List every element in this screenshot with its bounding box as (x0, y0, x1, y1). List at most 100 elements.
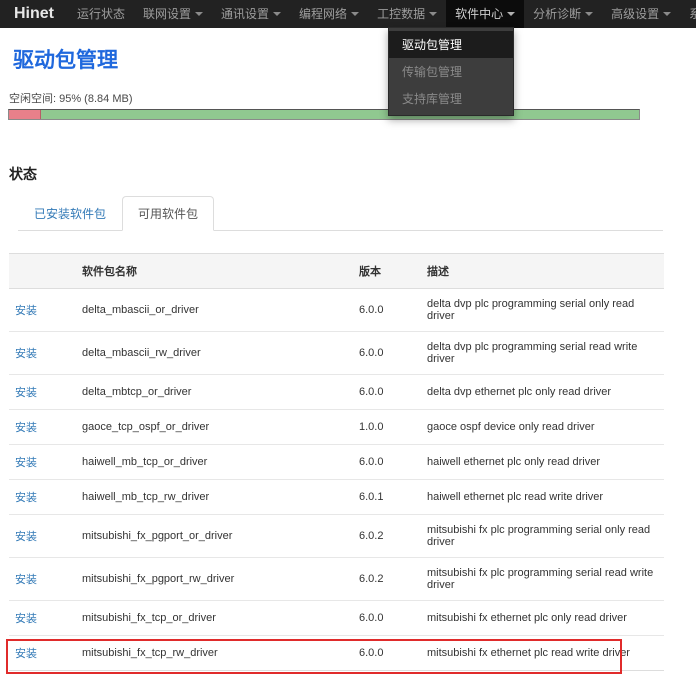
nav-item-1[interactable]: 运行状态 (68, 0, 134, 28)
package-description: delta dvp ethernet plc only read driver (421, 375, 664, 410)
caret-down-icon (663, 12, 671, 16)
nav-item-label: 通讯设置 (221, 0, 269, 28)
table-row: 安装 mitsubishi_fx_tcp_or_driver6.0.0mitsub… (9, 601, 664, 636)
table-row: 安装 mitsubishi_fx_pgport_rw_driver6.0.2mit… (9, 558, 664, 601)
caret-down-icon (195, 12, 203, 16)
package-version: 6.0.0 (353, 636, 421, 671)
page-content: 驱动包管理 空闲空间: 95% (8.84 MB) 状态 已安装软件包可用软件包… (0, 44, 696, 671)
install-link[interactable]: 安装 (15, 422, 37, 434)
free-space-progress-bar (8, 109, 640, 120)
install-link[interactable]: 安装 (15, 648, 37, 660)
nav-item-label: 工控数据 (377, 0, 425, 28)
table-row: 安装 mitsubishi_fx_tcp_rw_driver6.0.0mitsub… (9, 636, 664, 671)
top-navbar: Hinet 运行状态联网设置 通讯设置 编程网络 工控数据 软件中心 分析诊断 高级设置 系统… (0, 0, 696, 28)
page-title: 驱动包管理 (13, 44, 688, 74)
nav-item-4[interactable]: 编程网络 (290, 0, 368, 28)
column-header (9, 254, 76, 289)
nav-item-7[interactable]: 分析诊断 (524, 0, 602, 28)
package-name: delta_mbascii_or_driver (76, 289, 353, 332)
column-header: 软件包名称 (76, 254, 353, 289)
package-version: 6.0.0 (353, 445, 421, 480)
install-link[interactable]: 安装 (15, 574, 37, 586)
package-description: mitsubishi fx ethernet plc only read dri… (421, 601, 664, 636)
table-row: 安装 delta_mbtcp_or_driver6.0.0delta dvp et… (9, 375, 664, 410)
package-version: 6.0.0 (353, 375, 421, 410)
brand-logo[interactable]: Hinet (14, 5, 54, 23)
package-name: delta_mbtcp_or_driver (76, 375, 353, 410)
status-heading: 状态 (9, 164, 688, 184)
caret-down-icon (351, 12, 359, 16)
nav-item-9[interactable]: 系统设置 (680, 0, 696, 28)
table-row: 安装 haiwell_mb_tcp_or_driver6.0.0haiwell e… (9, 445, 664, 480)
package-name: mitsubishi_fx_pgport_or_driver (76, 515, 353, 558)
install-link[interactable]: 安装 (15, 492, 37, 504)
install-link[interactable]: 安装 (15, 457, 37, 469)
package-name: haiwell_mb_tcp_or_driver (76, 445, 353, 480)
package-name: mitsubishi_fx_tcp_rw_driver (76, 636, 353, 671)
package-description: delta dvp plc programming serial read wr… (421, 332, 664, 375)
software-center-dropdown: 驱动包管理传输包管理支持库管理 (388, 27, 514, 116)
package-version: 1.0.0 (353, 410, 421, 445)
package-version: 6.0.0 (353, 601, 421, 636)
package-description: gaoce ospf device only read driver (421, 410, 664, 445)
dropdown-item[interactable]: 驱动包管理 (389, 31, 513, 58)
column-header: 描述 (421, 254, 664, 289)
package-description: mitsubishi fx plc programming serial onl… (421, 515, 664, 558)
package-name: haiwell_mb_tcp_rw_driver (76, 480, 353, 515)
nav-item-label: 软件中心 (455, 0, 503, 28)
package-description: mitsubishi fx plc programming serial rea… (421, 558, 664, 601)
install-link[interactable]: 安装 (15, 387, 37, 399)
nav-item-5[interactable]: 工控数据 (368, 0, 446, 28)
progress-used-segment (9, 110, 41, 119)
table-row: 安装 gaoce_tcp_ospf_or_driver1.0.0gaoce osp… (9, 410, 664, 445)
caret-down-icon (273, 12, 281, 16)
caret-down-icon (585, 12, 593, 16)
packages-table: 软件包名称版本描述 安装delta_mbascii_or_driver6.0.0… (9, 253, 664, 671)
nav-item-label: 编程网络 (299, 0, 347, 28)
table-body: 安装delta_mbascii_or_driver6.0.0delta dvp … (9, 289, 664, 671)
tab-1[interactable]: 已安装软件包 (18, 196, 122, 231)
status-tabs: 已安装软件包可用软件包 (18, 196, 663, 231)
nav-item-label: 运行状态 (77, 0, 125, 28)
caret-down-icon (429, 12, 437, 16)
free-space-label: 空闲空间: 95% (8.84 MB) (9, 90, 688, 106)
nav-item-label: 系统设置 (689, 0, 696, 28)
progress-free-segment (41, 110, 640, 119)
nav-item-2[interactable]: 联网设置 (134, 0, 212, 28)
dropdown-item: 支持库管理 (389, 85, 513, 112)
nav-item-6[interactable]: 软件中心 (446, 0, 524, 28)
package-name: gaoce_tcp_ospf_or_driver (76, 410, 353, 445)
caret-down-icon (507, 12, 515, 16)
table-header-row: 软件包名称版本描述 (9, 254, 664, 289)
nav-item-label: 高级设置 (611, 0, 659, 28)
nav-item-label: 分析诊断 (533, 0, 581, 28)
package-description: delta dvp plc programming serial only re… (421, 289, 664, 332)
package-description: haiwell ethernet plc read write driver (421, 480, 664, 515)
dropdown-item: 传输包管理 (389, 58, 513, 85)
package-name: delta_mbascii_rw_driver (76, 332, 353, 375)
tab-2[interactable]: 可用软件包 (122, 196, 214, 231)
table-row: 安装 delta_mbascii_or_driver6.0.0delta dvp … (9, 289, 664, 332)
package-name: mitsubishi_fx_tcp_or_driver (76, 601, 353, 636)
install-link[interactable]: 安装 (15, 348, 37, 360)
package-version: 6.0.2 (353, 515, 421, 558)
package-version: 6.0.0 (353, 332, 421, 375)
table-row: 安装 haiwell_mb_tcp_rw_driver6.0.1haiwell e… (9, 480, 664, 515)
package-version: 6.0.2 (353, 558, 421, 601)
nav-item-label: 联网设置 (143, 0, 191, 28)
nav-menu: 运行状态联网设置通讯设置编程网络工控数据软件中心分析诊断高级设置系统设置退出 (68, 0, 696, 28)
packages-table-wrap: 软件包名称版本描述 安装delta_mbascii_or_driver6.0.0… (9, 253, 664, 671)
package-description: mitsubishi fx ethernet plc read write dr… (421, 636, 664, 671)
install-link[interactable]: 安装 (15, 531, 37, 543)
package-version: 6.0.1 (353, 480, 421, 515)
install-link[interactable]: 安装 (15, 305, 37, 317)
nav-item-3[interactable]: 通讯设置 (212, 0, 290, 28)
package-description: haiwell ethernet plc only read driver (421, 445, 664, 480)
table-row: 安装 delta_mbascii_rw_driver6.0.0delta dvp … (9, 332, 664, 375)
column-header: 版本 (353, 254, 421, 289)
package-name: mitsubishi_fx_pgport_rw_driver (76, 558, 353, 601)
install-link[interactable]: 安装 (15, 613, 37, 625)
nav-item-8[interactable]: 高级设置 (602, 0, 680, 28)
table-row: 安装 mitsubishi_fx_pgport_or_driver6.0.2mit… (9, 515, 664, 558)
package-version: 6.0.0 (353, 289, 421, 332)
